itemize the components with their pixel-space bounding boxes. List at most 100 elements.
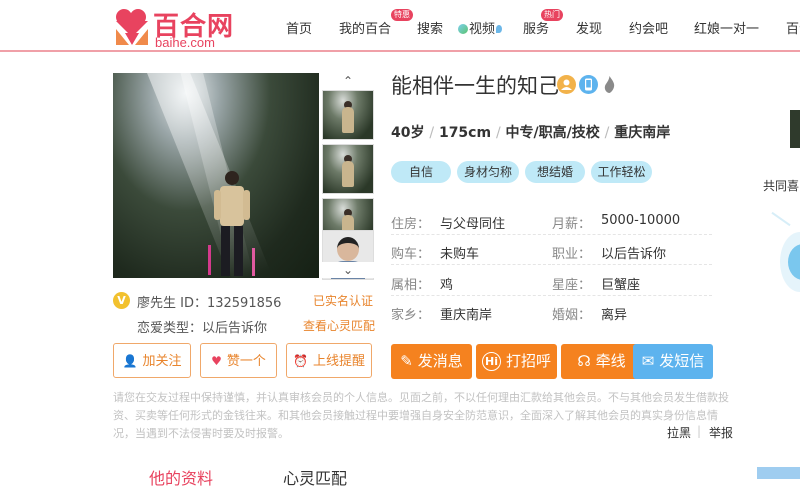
photo-thumbnail[interactable]: [322, 144, 374, 194]
location-value: 重庆南岸: [614, 125, 671, 141]
send-sms-label: 发短信: [659, 352, 705, 370]
member-id: 廖先生 ID：132591856: [137, 296, 282, 311]
housing-label: 住房：: [391, 217, 431, 232]
tab-soul-match[interactable]: 心灵匹配: [283, 465, 347, 489]
basic-info: 40岁 / 175cm / 中专/职高/技校 / 重庆南岸: [391, 122, 670, 142]
salary-value: 5000-10000: [601, 213, 681, 228]
row-divider: [391, 234, 551, 235]
housing-value: 与父母同住: [440, 217, 506, 232]
block-link[interactable]: 拉黑: [667, 424, 691, 441]
baihe-logo[interactable]: 百合网 baihe.com: [113, 7, 235, 50]
follow-label: 加关注: [142, 354, 182, 369]
common-interests-label: 共同喜: [763, 179, 800, 193]
occupation-label: 职业：: [552, 247, 592, 262]
nav-my-baihe[interactable]: 我的百合 特惠: [339, 9, 414, 37]
verified-badge[interactable]: 已实名认证: [313, 292, 373, 309]
nav-video-label: 视频: [469, 22, 496, 37]
safety-notice: 请您在交友过程中保持谨慎，并认真审核会员的个人信息。见面之前，不以任何理由汇款给…: [113, 391, 729, 440]
personality-tag: 身材匀称: [457, 161, 519, 183]
nav-baihe-more-label: 百合: [786, 22, 800, 37]
hot-badge: 热门: [541, 9, 564, 21]
education-value: 中专/职高/技校: [505, 125, 600, 141]
flame-icon[interactable]: [600, 75, 619, 94]
personality-tag: 工作轻松: [591, 161, 652, 183]
row-divider: [391, 264, 551, 265]
side-panel-strip: [757, 467, 800, 479]
soul-match-link[interactable]: 查看心灵匹配: [303, 317, 375, 334]
nav-matchmaker-label: 红娘一对一: [694, 22, 760, 37]
car-label: 购车：: [391, 247, 431, 262]
height-value: 175cm: [438, 125, 492, 141]
profile-headline: 能相伴一生的知己: [391, 74, 559, 98]
like-label: 赞一个: [226, 354, 266, 369]
nav-date-bar-label: 约会吧: [629, 22, 669, 37]
nav-home-label: 首页: [286, 22, 313, 37]
nav-search[interactable]: 搜索: [417, 18, 443, 37]
online-reminder-button[interactable]: ⏰ 上线提醒: [286, 343, 372, 378]
personality-tag: 自信: [391, 161, 451, 183]
matchmake-label: 牵线: [595, 352, 626, 370]
envelope-icon: ✉: [641, 352, 655, 370]
star-sign-value: 巨蟹座: [601, 278, 641, 293]
follow-button[interactable]: 👤 加关注: [113, 343, 191, 378]
zodiac-animal-label: 属相：: [391, 278, 431, 293]
thumb-down-arrow-icon[interactable]: ⌄: [322, 262, 374, 278]
zodiac-animal-value: 鸡: [440, 278, 454, 293]
age-value: 40岁: [391, 125, 425, 141]
send-sms-button[interactable]: ✉ 发短信: [633, 344, 713, 379]
row-divider: [552, 234, 712, 235]
nav-baihe-more[interactable]: 百合: [786, 18, 800, 37]
salary-label: 月薪：: [552, 217, 592, 232]
promo-badge: 特惠: [391, 9, 414, 21]
row-divider: [552, 264, 712, 265]
personality-tag: 想结婚: [525, 161, 585, 183]
clock-icon: ⏰: [293, 354, 308, 368]
nav-matchmaker[interactable]: 红娘一对一: [694, 18, 759, 37]
hometown-value: 重庆南岸: [440, 308, 493, 323]
video-bubble-icon: [496, 25, 503, 33]
pencil-icon: ✎: [400, 352, 413, 370]
row-divider: [552, 295, 712, 296]
marital-value: 离异: [601, 308, 628, 323]
report-link[interactable]: 举报: [709, 424, 733, 441]
nav-discover-label: 发现: [576, 22, 603, 37]
divider: /: [429, 125, 435, 141]
occupation-value: 以后告诉你: [601, 247, 667, 262]
main-profile-photo[interactable]: [113, 73, 319, 278]
nav-service-label: 服务: [523, 22, 550, 37]
car-value: 未购车: [440, 247, 480, 262]
thumb-up-arrow-icon[interactable]: ⌃: [322, 73, 374, 89]
logo-domain: baihe.com: [155, 35, 215, 50]
nav-home[interactable]: 首页: [286, 18, 312, 37]
greet-button[interactable]: Hi 打招呼: [476, 344, 557, 379]
love-type: 恋爱类型：以后告诉你: [137, 321, 268, 336]
chart-connector: [771, 211, 791, 227]
thumb-body: [342, 107, 354, 133]
phone-verified-icon[interactable]: [579, 75, 598, 94]
star-sign-label: 星座：: [552, 278, 592, 293]
nav-video[interactable]: 视频: [458, 18, 503, 37]
link-icon: ☊: [577, 352, 591, 370]
tab-his-profile[interactable]: 他的资料: [149, 465, 213, 489]
send-message-label: 发消息: [417, 352, 463, 370]
photo-thumbnail-strip: ⌃ ⌄: [322, 73, 374, 280]
side-photo[interactable]: [790, 110, 800, 148]
like-button[interactable]: ♥ 赞一个: [200, 343, 277, 378]
nav-discover[interactable]: 发现: [576, 18, 602, 37]
link-divider: |: [697, 424, 702, 438]
nav-service[interactable]: 服务 热门: [523, 9, 564, 37]
heart-icon: ♥: [211, 354, 222, 368]
baihe-logo-icon: [116, 9, 148, 45]
nav-search-label: 搜索: [417, 22, 444, 37]
marital-label: 婚姻：: [552, 308, 592, 323]
photo-thumbnail[interactable]: [322, 90, 374, 140]
avatar-verified-icon[interactable]: [557, 75, 576, 94]
vip-icon: V: [113, 292, 130, 309]
row-divider: [391, 295, 551, 296]
nav-date-bar[interactable]: 约会吧: [629, 18, 668, 37]
greet-label: 打招呼: [505, 352, 551, 370]
matchmake-button[interactable]: ☊ 牵线: [561, 344, 642, 379]
send-message-button[interactable]: ✎ 发消息: [391, 344, 472, 379]
video-icon: [458, 24, 468, 34]
thumb-body: [342, 161, 354, 187]
